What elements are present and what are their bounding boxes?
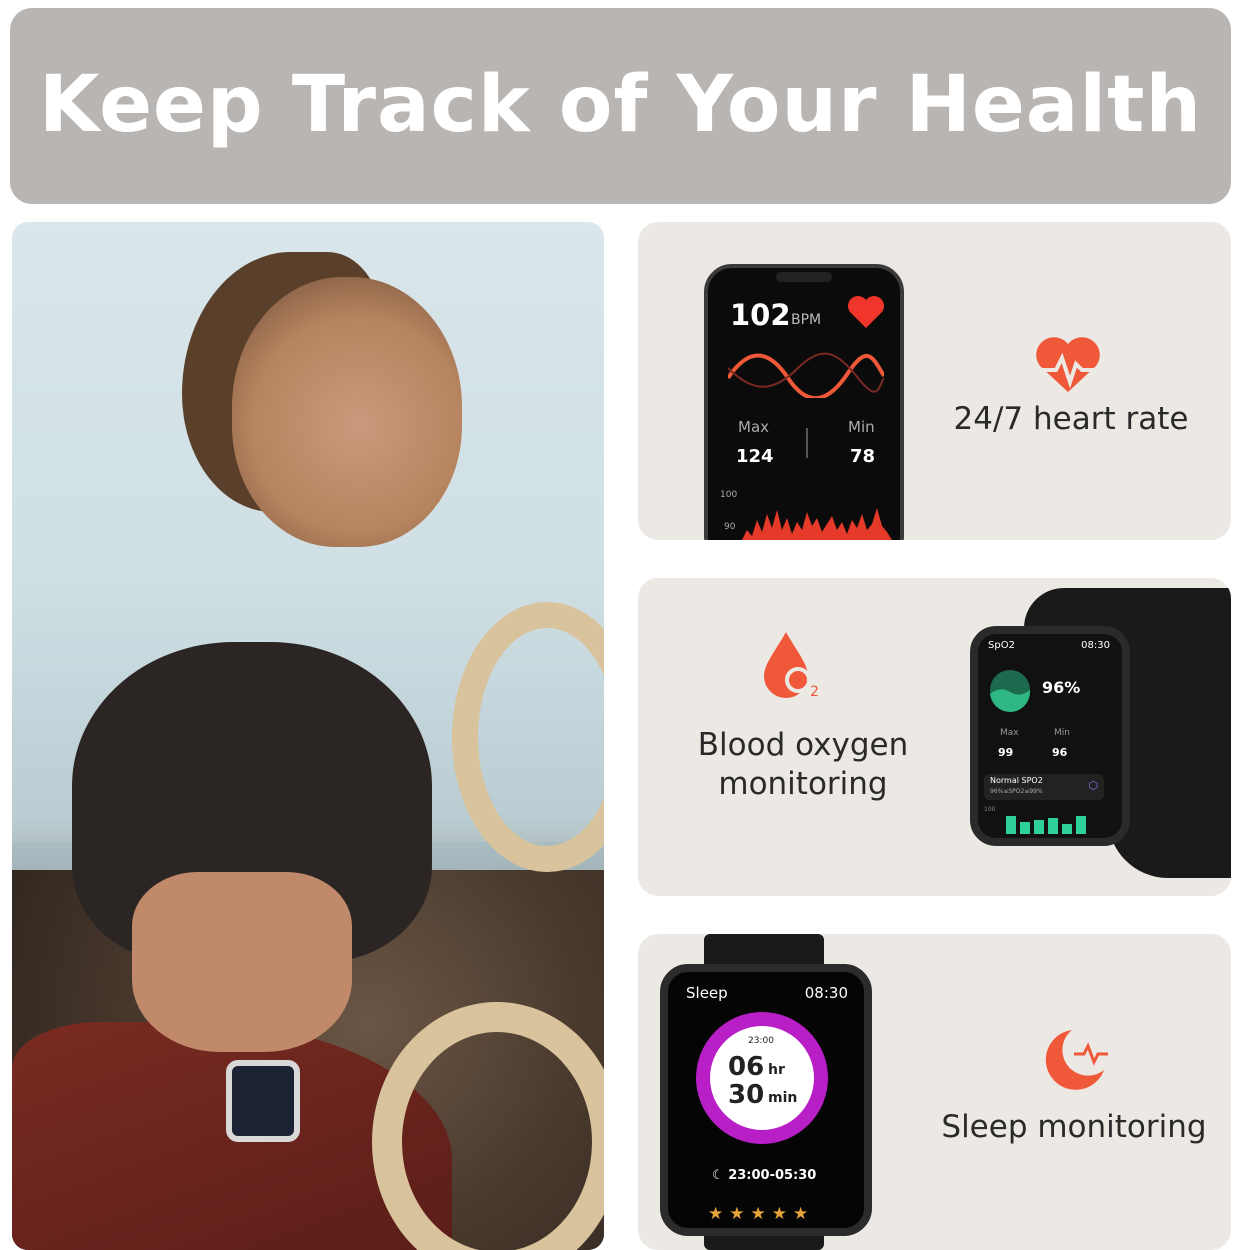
spo2-min-label: Min [1054,728,1070,738]
bpm-unit: BPM [791,312,822,328]
sleep-time: 08:30 [804,984,848,1002]
title-banner: Keep Track of Your Health [10,8,1231,204]
photo-torso [132,872,352,1052]
sleep-range-text: 23:00-05:30 [728,1168,817,1183]
sleep-minutes: 30 [728,1080,765,1110]
sleep-moon-icon [1045,1030,1108,1090]
spo2-axis-label: 100 [984,806,996,813]
spo2-status-box: Normal SPO2 96%≤SPO2≤99% ⬡ [984,774,1104,800]
sleep-minutes-unit: min [768,1090,798,1106]
min-value: 78 [850,446,876,467]
heart-wave-graph [728,352,884,398]
blood-oxygen-card: 2 Blood oxygen monitoring SpO2 08:30 96%… [638,578,1231,896]
sleep-watch: Sleep 08:30 23:00 06 hr 30 min ☾ 23:00-0… [660,964,872,1236]
spo2-status: Normal SPO2 [990,776,1043,785]
blood-oxygen-label-line2: monitoring [718,766,888,802]
heart-rate-label: 24/7 heart rate [953,401,1189,437]
sleep-monitoring-label: Sleep monitoring [941,1109,1207,1145]
min-label: Min [848,418,875,436]
heart-rate-icon [1034,337,1102,392]
sleep-inner-dial: 23:00 06 hr 30 min [710,1026,814,1130]
heart-rate-card: 102 BPM Max 124 Min 78 100 90 24/7 heart… [638,222,1231,540]
blood-oxygen-label: Blood oxygen monitoring [678,726,928,804]
svg-text:2: 2 [810,684,819,700]
max-label: Max [738,418,770,436]
photo-face [232,277,462,547]
spo2-max-value: 99 [998,746,1014,759]
heart-icon [848,296,884,328]
spo2-range: 96%≤SPO2≤99% [990,788,1043,795]
sleep-start-label: 23:00 [748,1036,774,1046]
spo2-time: 08:30 [1081,640,1110,651]
photo-smartwatch [226,1060,300,1142]
spo2-min-value: 96 [1052,746,1068,759]
sleep-title: Sleep [686,984,728,1002]
spo2-gauge-icon [990,670,1030,712]
sleep-hours: 06 [728,1052,765,1082]
sleep-ring: 23:00 06 hr 30 min [696,1012,828,1144]
lifestyle-photo [12,222,604,1250]
blood-oxygen-icon: 2 [764,632,819,700]
heart-rate-bars [742,508,892,540]
sleep-hours-unit: hr [768,1062,785,1078]
spo2-bars [1006,816,1086,834]
max-value: 124 [736,446,774,467]
sleep-rating-stars: ★★★★★ [708,1204,815,1224]
bpm-value: 102 [730,298,791,332]
shield-check-icon: ⬡ [1088,779,1098,792]
spo2-max-label: Max [1000,728,1019,738]
stat-divider [806,428,808,458]
sleep-range: ☾ 23:00-05:30 [712,1168,816,1183]
phone-mockup: 102 BPM Max 124 Min 78 100 90 [704,264,904,540]
axis-label-mid: 90 [724,522,736,532]
axis-label-top: 100 [720,490,738,500]
phone-notch [776,272,832,282]
moon-small-icon: ☾ [712,1168,724,1183]
spo2-title: SpO2 [988,640,1015,651]
sleep-card: Sleep 08:30 23:00 06 hr 30 min ☾ 23:00-0… [638,934,1231,1250]
spo2-value: 96% [1042,678,1081,697]
page-title: Keep Track of Your Health [39,60,1202,150]
blood-oxygen-label-line1: Blood oxygen [697,727,909,763]
spo2-watch: SpO2 08:30 96% Max 99 Min 96 Normal SPO2… [970,626,1130,846]
photo-gym-ring-upper [452,602,604,872]
